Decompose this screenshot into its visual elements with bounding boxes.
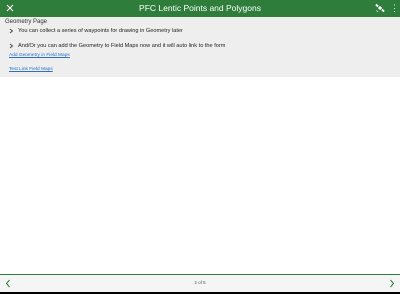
page-navigation-bar: 2 of 5 <box>0 274 400 292</box>
close-button[interactable] <box>4 2 16 14</box>
add-geometry-link[interactable]: Add Geometry in Field Maps <box>9 53 70 58</box>
next-page-button[interactable] <box>387 278 397 289</box>
group-title: Geometry Page <box>5 19 48 25</box>
more-options-button[interactable]: ⋮ <box>390 2 399 14</box>
chevron-right-icon <box>390 279 395 288</box>
page-indicator: 2 of 5 <box>194 280 206 285</box>
overflow-icon: ⋮ <box>390 2 399 13</box>
form-title: PFC Lentic Points and Polygons <box>139 3 261 13</box>
location-button[interactable] <box>374 2 386 14</box>
test-link-field-maps[interactable]: Test Link Field Maps <box>9 67 53 72</box>
note-text: And/Or you can add the Geometry to Field… <box>18 43 226 49</box>
form-content: Geometry Page You can collect a series o… <box>0 17 400 274</box>
note-item[interactable]: You can collect a series of waypoints fo… <box>8 28 183 34</box>
note-item[interactable]: And/Or you can add the Geometry to Field… <box>8 43 225 49</box>
geometry-group: Geometry Page You can collect a series o… <box>0 17 400 77</box>
satellite-icon <box>375 3 385 13</box>
close-icon <box>6 4 14 12</box>
survey-screen: PFC Lentic Points and Polygons ⋮ Geometr… <box>0 0 400 292</box>
chevron-right-icon <box>8 43 14 49</box>
app-header: PFC Lentic Points and Polygons ⋮ <box>0 0 400 17</box>
chevron-right-icon <box>8 28 14 34</box>
note-text: You can collect a series of waypoints fo… <box>18 28 183 34</box>
